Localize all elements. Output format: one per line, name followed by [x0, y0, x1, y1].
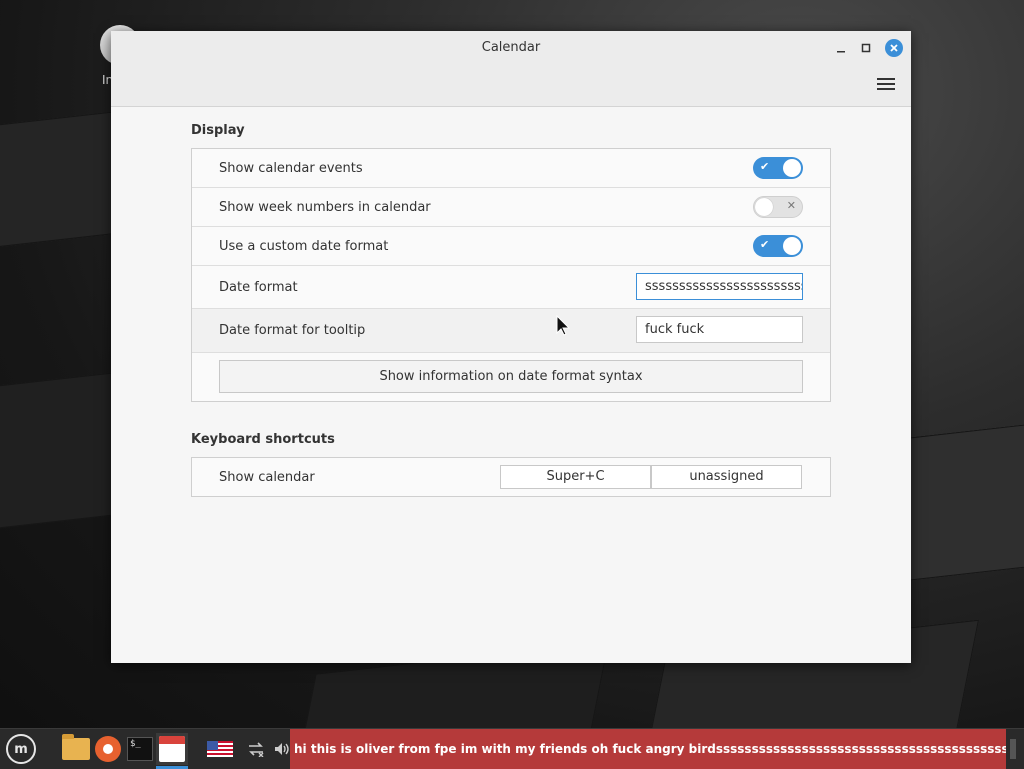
close-button[interactable]	[885, 39, 903, 57]
firefox-icon[interactable]	[92, 733, 124, 765]
shortcuts-panel: Show calendar Super+C unassigned	[191, 457, 831, 497]
row-label: Use a custom date format	[219, 239, 389, 254]
taskbar: m $_ hi this is oliver from fpe im with …	[0, 728, 1024, 769]
date-format-syntax-button[interactable]: Show information on date format syntax	[219, 360, 803, 393]
show-week-numbers-switch[interactable]: ✕	[753, 196, 803, 218]
display-section-title: Display	[191, 123, 245, 138]
minimize-icon	[837, 51, 845, 53]
check-icon: ✔	[760, 238, 770, 251]
row-info-button: Show information on date format syntax	[192, 353, 830, 401]
row-custom-date-format: Use a custom date format ✔	[192, 227, 830, 266]
primary-shortcut-button[interactable]: Super+C	[500, 465, 651, 489]
files-icon[interactable]	[60, 733, 92, 765]
shortcuts-section-title: Keyboard shortcuts	[191, 432, 335, 447]
row-label: Show calendar events	[219, 161, 363, 176]
secondary-shortcut-button[interactable]: unassigned	[651, 465, 802, 489]
date-format-input[interactable]: sssssssssssssssssssssssss	[636, 273, 803, 300]
show-desktop-button[interactable]	[1010, 739, 1016, 759]
window-title: Calendar	[481, 40, 541, 55]
check-icon: ✔	[760, 160, 770, 173]
custom-date-format-switch[interactable]: ✔	[753, 235, 803, 257]
mouse-pointer-icon	[556, 315, 571, 336]
row-label: Date format for tooltip	[219, 323, 366, 338]
show-calendar-events-switch[interactable]: ✔	[753, 157, 803, 179]
calendar-settings-window: Calendar Display Show calendar events ✔ …	[111, 31, 911, 663]
x-icon: ✕	[786, 199, 796, 212]
maximize-icon	[861, 43, 871, 53]
hamburger-menu-button[interactable]	[877, 75, 895, 91]
date-format-tooltip-input[interactable]: fuck fuck	[636, 316, 803, 343]
close-icon	[890, 44, 898, 52]
row-date-format: Date format sssssssssssssssssssssssss	[192, 266, 830, 309]
row-label: Show calendar	[219, 470, 315, 485]
us-flag-icon[interactable]	[204, 733, 236, 765]
terminal-glyph: $_	[127, 737, 153, 761]
display-panel: Show calendar events ✔ Show week numbers…	[191, 148, 831, 402]
row-show-calendar-shortcut: Show calendar Super+C unassigned	[192, 458, 830, 496]
titlebar: Calendar	[111, 31, 911, 107]
minimize-button[interactable]	[832, 39, 850, 57]
row-label: Date format	[219, 280, 298, 295]
row-date-format-tooltip: Date format for tooltip fuck fuck	[192, 309, 830, 353]
maximize-button[interactable]	[857, 39, 875, 57]
row-show-calendar-events: Show calendar events ✔	[192, 149, 830, 188]
row-label: Show week numbers in calendar	[219, 200, 431, 215]
row-show-week-numbers: Show week numbers in calendar ✕	[192, 188, 830, 227]
notification-text-bar[interactable]: hi this is oliver from fpe im with my fr…	[290, 729, 1006, 769]
mint-menu-icon[interactable]: m	[6, 734, 36, 764]
calendar-icon[interactable]	[156, 733, 188, 765]
terminal-icon[interactable]: $_	[124, 733, 156, 765]
